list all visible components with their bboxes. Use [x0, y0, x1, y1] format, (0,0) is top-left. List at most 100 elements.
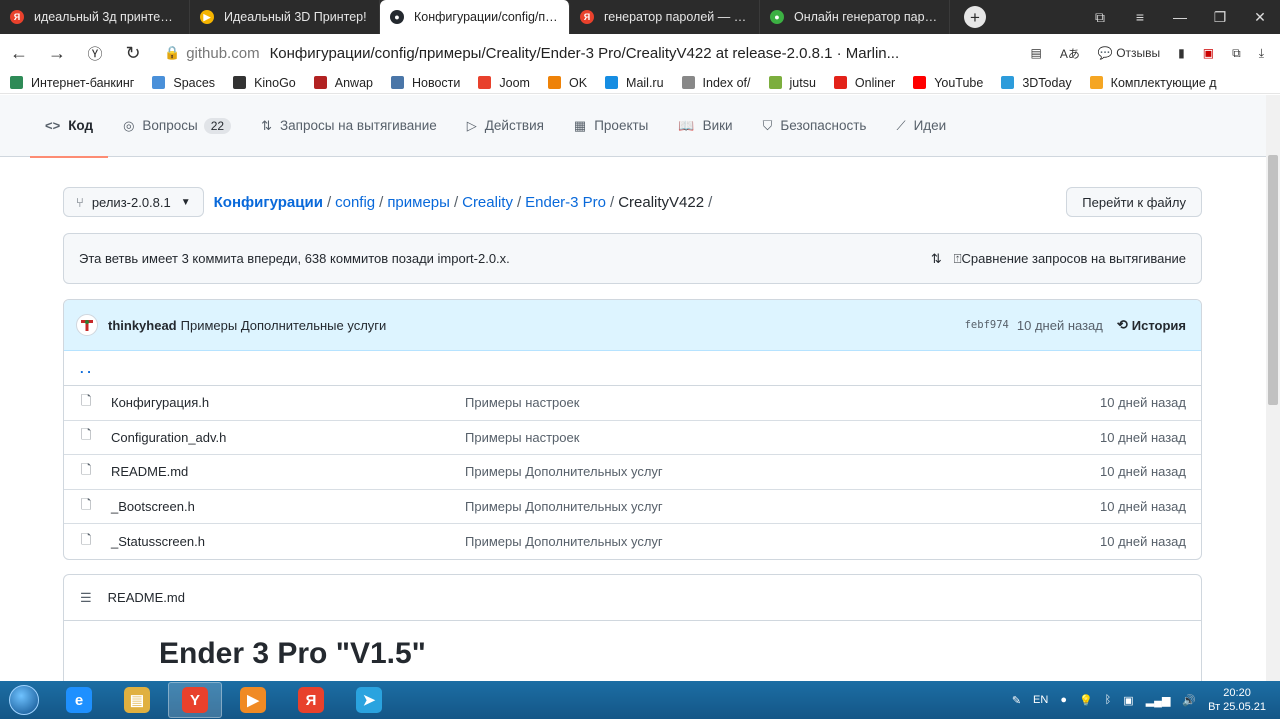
file-row[interactable]: 🗋 Конфигурация.h Примеры настроек 10 дней н…: [64, 386, 1201, 421]
new-tab-icon[interactable]: +: [964, 6, 986, 28]
yandex-home-icon[interactable]: Ⓨ: [76, 43, 114, 64]
address-field[interactable]: 🔒 github.com Конфигурации/config/примеры…: [164, 39, 1015, 67]
bookmark-item[interactable]: Mail.ru: [605, 76, 664, 90]
security-icon[interactable]: ▣: [1123, 694, 1133, 707]
commit-author[interactable]: thinkyhead: [108, 318, 177, 333]
taskbar-app-button[interactable]: e: [52, 682, 106, 718]
scrollbar-thumb[interactable]: [1268, 155, 1278, 405]
file-name[interactable]: README.md: [111, 464, 465, 479]
bookmark-icon[interactable]: ▮: [1178, 46, 1185, 60]
browser-tab[interactable]: Яидеальный 3д принтер —: [0, 0, 190, 34]
start-button[interactable]: [0, 681, 48, 719]
bookmark-item[interactable]: YouTube: [913, 76, 983, 90]
download-icon[interactable]: ⤓: [1259, 46, 1264, 61]
taskbar-app-button[interactable]: Y: [168, 682, 222, 718]
bluetooth-icon[interactable]: ᛒ: [1105, 694, 1112, 706]
repo-tab[interactable]: ⟋ Идеи: [881, 95, 961, 157]
file-name[interactable]: Конфигурация.h: [111, 395, 465, 410]
shield-icon: ⛉: [762, 117, 773, 133]
file-commit-message[interactable]: Примеры Дополнительных услуг: [465, 499, 1100, 514]
forward-icon[interactable]: →: [38, 43, 76, 64]
taskbar-app-button[interactable]: Я: [284, 682, 338, 718]
pull-request-icon[interactable]: ⇅: [931, 251, 942, 267]
extension-icon[interactable]: ▣: [1203, 46, 1214, 60]
list-icon[interactable]: ☰: [80, 590, 92, 606]
repo-tab[interactable]: ▷ Действия: [452, 95, 559, 157]
file-commit-message[interactable]: Примеры настроек: [465, 395, 1100, 410]
avatar[interactable]: [76, 314, 98, 336]
bulb-icon[interactable]: 💡: [1079, 694, 1093, 707]
clock[interactable]: 20:20 Вт 25.05.21: [1208, 686, 1266, 714]
taskbar-app-button[interactable]: ▶: [226, 682, 280, 718]
breadcrumb-link[interactable]: примеры: [387, 194, 450, 211]
breadcrumb-link[interactable]: Конфигурации: [214, 194, 323, 211]
repo-tab[interactable]: ⇅ Запросы на вытягивание: [246, 95, 452, 157]
commit-sha[interactable]: febf974: [965, 319, 1009, 331]
close-icon[interactable]: ✕: [1240, 9, 1280, 26]
minimize-icon[interactable]: —: [1160, 9, 1200, 25]
bookmark-item[interactable]: 3DToday: [1001, 75, 1072, 90]
tabs-overview-icon[interactable]: ⧉: [1080, 9, 1120, 26]
bookmark-item[interactable]: Anwap: [313, 76, 373, 90]
breadcrumb-link[interactable]: Creality: [462, 194, 513, 211]
repo-tab[interactable]: ▦ Проекты: [559, 95, 663, 157]
pen-icon[interactable]: ✎: [1012, 694, 1021, 707]
compare-button[interactable]: ⍐Сравнение запросов на вытягивание: [954, 251, 1186, 267]
taskbar-app-button[interactable]: ▤: [110, 682, 164, 718]
file-icon: 🗋: [81, 531, 92, 547]
reload-icon[interactable]: ↻: [114, 43, 152, 64]
file-age: 10 дней назад: [1100, 534, 1186, 550]
file-name[interactable]: Configuration_adv.h: [111, 430, 465, 445]
breadcrumb-link[interactable]: config: [335, 194, 375, 211]
file-commit-message[interactable]: Примеры Дополнительных услуг: [465, 534, 1100, 549]
reader-icon[interactable]: ▤: [1031, 46, 1042, 60]
file-row[interactable]: 🗋 _Statusscreen.h Примеры Дополнительных у…: [64, 524, 1201, 559]
bookmark-item[interactable]: Spaces: [152, 76, 215, 90]
file-name[interactable]: _Bootscreen.h: [111, 499, 465, 514]
volume-icon[interactable]: 🔊: [1182, 694, 1196, 707]
commit-message[interactable]: Примеры Дополнительные услуги: [181, 318, 387, 333]
repo-tab[interactable]: <> Код: [30, 95, 109, 158]
menu-icon[interactable]: ≡: [1120, 9, 1160, 25]
bookmark-item[interactable]: Интернет-банкинг: [10, 76, 134, 90]
history-button[interactable]: ⟲ История: [1117, 317, 1186, 333]
file-row[interactable]: 🗋 _Bootscreen.h Примеры Дополнительных усл…: [64, 490, 1201, 525]
repo-tab[interactable]: 📖 Вики: [663, 95, 747, 157]
taskbar-app-button[interactable]: ➤: [342, 682, 396, 718]
file-row[interactable]: 🗋 README.md Примеры Дополнительных услуг 10…: [64, 455, 1201, 490]
page-scrollbar[interactable]: [1266, 95, 1280, 681]
tabs-icon[interactable]: ⧉: [1232, 46, 1241, 61]
bookmark-item[interactable]: Новости: [391, 76, 460, 90]
file-name[interactable]: _Statusscreen.h: [111, 534, 465, 549]
language-indicator[interactable]: EN: [1033, 694, 1048, 706]
bookmark-item[interactable]: Комплектующие д: [1089, 76, 1217, 90]
bookmark-item[interactable]: jutsu: [768, 76, 816, 90]
network-app-icon[interactable]: ●: [1060, 694, 1067, 706]
restore-icon[interactable]: ❐: [1200, 9, 1240, 26]
branch-select-button[interactable]: ⑂ релиз-2.0.8.1 ▼: [63, 187, 204, 217]
repo-tab[interactable]: ⛉ Безопасность: [748, 95, 882, 157]
bookmark-favicon-icon: [10, 76, 23, 89]
bookmark-item[interactable]: Joom: [478, 76, 530, 90]
back-icon[interactable]: ←: [0, 43, 38, 64]
browser-tab[interactable]: ▶ Идеальный 3D Принтер!: [190, 0, 380, 34]
bookmark-item[interactable]: Index of/: [681, 76, 751, 90]
browser-tab[interactable]: ● Онлайн генератор пароле: [760, 0, 950, 34]
file-commit-message[interactable]: Примеры Дополнительных услуг: [465, 464, 1100, 479]
bookmark-item[interactable]: Onliner: [833, 76, 895, 90]
signal-icon[interactable]: ▂▄▆: [1146, 694, 1171, 707]
browser-tab[interactable]: Ягенератор паролей — Янд: [570, 0, 760, 34]
repo-tab[interactable]: ◎ Вопросы 22: [108, 95, 246, 157]
translate-icon[interactable]: Aあ: [1060, 45, 1080, 62]
reviews-button[interactable]: 💬 Отзывы: [1098, 46, 1160, 60]
browser-tab[interactable]: ● Конфигурации/config/примеры: [380, 0, 570, 34]
bookmark-item[interactable]: OK: [547, 76, 587, 90]
parent-directory-link[interactable]: . .: [64, 351, 1201, 386]
bookmark-item[interactable]: KinoGo: [233, 76, 296, 90]
go-to-file-button[interactable]: Перейти к файлу: [1066, 187, 1202, 217]
file-row[interactable]: 🗋 Configuration_adv.h Примеры настроек 10 д…: [64, 421, 1201, 456]
file-commit-message[interactable]: Примеры настроек: [465, 430, 1100, 445]
breadcrumb-link[interactable]: Ender-3 Pro: [525, 194, 606, 211]
telegram-icon: ➤: [356, 687, 382, 713]
bookmark-label: 3DToday: [1022, 75, 1072, 90]
